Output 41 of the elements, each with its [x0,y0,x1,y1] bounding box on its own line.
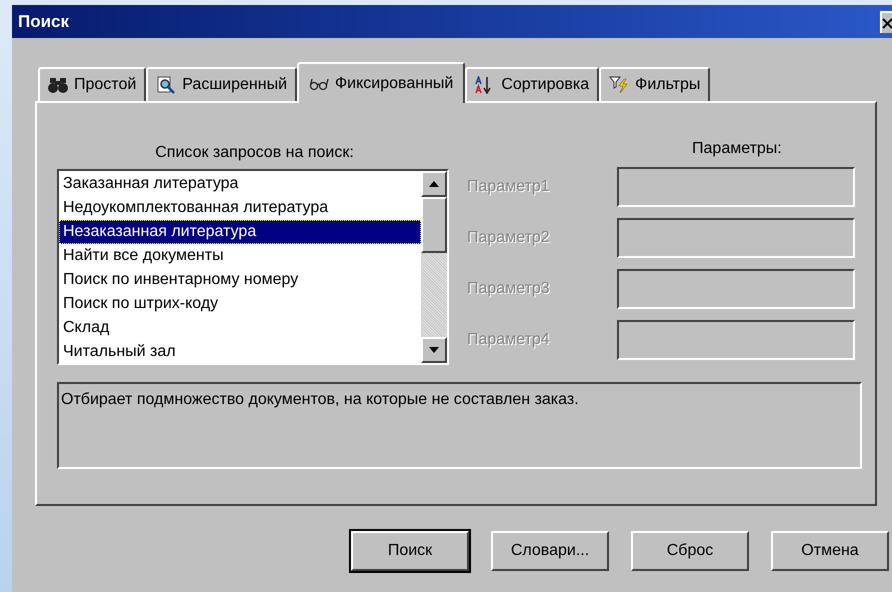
dialog-button[interactable]: Сброс [631,531,749,571]
parameter-field[interactable] [617,218,855,258]
parameter-label: Параметр3 [467,279,551,299]
close-icon [882,16,892,28]
dialog-button[interactable]: Словари... [491,531,609,571]
tab[interactable]: Фильтры [599,67,710,101]
scroll-thumb[interactable] [421,197,447,253]
list-item[interactable]: Заказанная литература [59,172,421,196]
list-item[interactable]: Недоукомплектованная литература [59,196,421,220]
tab[interactable]: Сортировка [465,67,600,101]
query-list[interactable]: Заказанная литература Недоукомплектованная литература Незаказанная литература Найти все документы Поиск по инвентарному номеру Поиск по штрих-коду Склад Читальный зал [57,169,449,365]
list-item[interactable]: Найти все документы [59,244,421,268]
list-item[interactable]: Читальный зал [59,340,421,363]
list-item[interactable]: Незаказанная литература [59,220,421,244]
parameter-label: Параметр1 [467,177,551,197]
scroll-down-button[interactable] [421,337,447,363]
close-button[interactable] [880,10,892,32]
list-item[interactable]: Поиск по инвентарному номеру [59,268,421,292]
parameter-label: Параметр2 [467,228,551,248]
description-text: Отбирает подмножество документов, на которые не составлен заказ. [61,391,579,408]
list-item[interactable]: Поиск по штрих-коду [59,292,421,316]
scroll-up-button[interactable] [421,171,447,197]
dialog-button[interactable]: Поиск [351,531,469,571]
window-title: Поиск [18,10,70,33]
filter-icon [609,76,630,94]
dialog-button[interactable]: Отмена [771,531,889,571]
parameter-field[interactable] [617,167,855,207]
parameters-caption: Параметры: [691,139,783,159]
tab[interactable]: Расширенный [146,67,297,101]
list-item[interactable]: Склад [59,316,421,340]
parameter-field[interactable] [617,269,855,309]
binoculars-icon [48,76,68,94]
up-arrow-icon [429,181,439,187]
magnifier-page-icon [156,76,176,94]
scrollbar[interactable] [421,171,447,363]
down-arrow-icon [429,347,439,353]
parameter-field[interactable] [617,320,855,360]
parameter-label: Параметр4 [467,330,551,350]
list-caption: Список запросов на поиск: [154,143,355,163]
tab[interactable]: Простой [38,67,146,101]
tab[interactable]: Фиксированный [297,62,466,103]
